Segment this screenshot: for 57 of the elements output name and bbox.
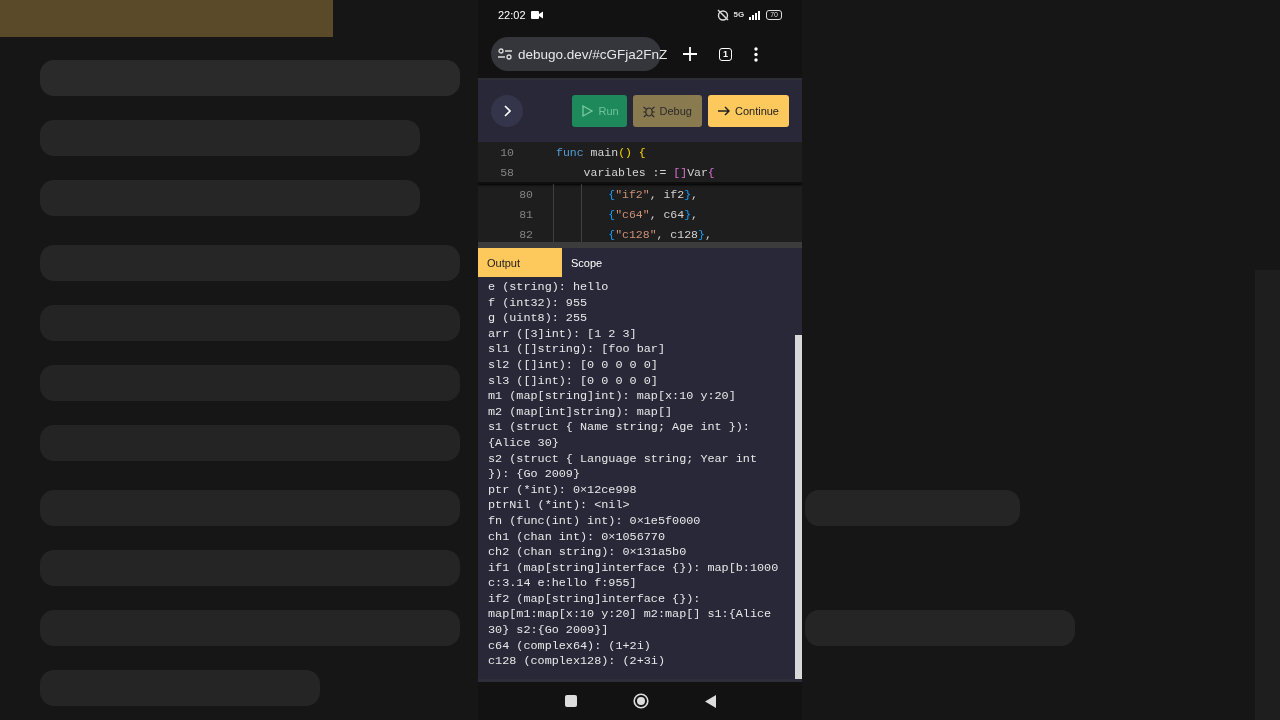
play-icon xyxy=(581,104,594,118)
code-line: {"c128", c128}, xyxy=(607,227,712,241)
output-line: s1 (struct { Name string; Age int }): xyxy=(488,420,751,436)
code-line: func main() { xyxy=(556,145,646,159)
output-line: ptrNil (*int): <nil> xyxy=(488,498,631,514)
code-line: {"if2", if2}, xyxy=(607,187,698,201)
output-line: sl2 ([]int): [0 0 0 0 0] xyxy=(488,357,659,374)
video-camera-icon xyxy=(530,11,543,19)
output-line: if1 (map[string]interface {}): map[b:1000 xyxy=(488,560,780,577)
output-line: f (int32): 955 xyxy=(488,295,589,312)
output-line: c:3.14 e:hello f:955] xyxy=(488,576,638,592)
output-line: sl3 ([]int): [0 0 0 0 0] xyxy=(488,373,659,390)
clock-time: 22:02 xyxy=(498,9,526,21)
output-line: c128 (complex128): (2+3i) xyxy=(488,654,666,670)
menu-icon[interactable] xyxy=(754,46,758,62)
output-line: c64 (complex64): (1+2i) xyxy=(488,638,652,655)
output-line: ptr (*int): 0×12ce998 xyxy=(488,482,638,499)
plus-icon[interactable] xyxy=(683,47,697,61)
alarm-off-icon xyxy=(716,9,729,21)
line-number: 58 xyxy=(499,165,514,179)
arrow-right-icon xyxy=(717,104,730,118)
site-settings-icon xyxy=(498,48,512,60)
code-line: variables := []Var{ xyxy=(582,165,715,179)
output-line: sl1 ([]string): [foo bar] xyxy=(488,342,666,358)
panel-tab[interactable]: Scope xyxy=(562,248,612,277)
output-line: arr ([3]int): [1 2 3] xyxy=(488,326,638,343)
tab-count-button[interactable]: 1 xyxy=(719,47,732,61)
url-text: debugo.dev/#cGFja2FnZ xyxy=(518,46,668,62)
output-line: }): {Go 2009} xyxy=(488,467,582,483)
scrollbar[interactable] xyxy=(795,335,802,679)
chevron-right-icon xyxy=(503,105,511,117)
line-number: 10 xyxy=(499,145,514,159)
output-line: ch1 (chan int): 0×1056770 xyxy=(488,529,666,546)
output-line: 30} s2:{Go 2009}] xyxy=(488,623,610,639)
panel-tab[interactable]: Output xyxy=(478,248,562,277)
continue-button[interactable]: Continue xyxy=(707,95,789,127)
line-number: 80 xyxy=(518,187,533,201)
network-type: 5G xyxy=(733,11,745,19)
output-line: g (uint8): 255 xyxy=(488,311,589,327)
signal-icon xyxy=(749,10,762,20)
output-line: {Alice 30} xyxy=(488,435,560,452)
output-line: fn (func(int) int): 0×1e5f0000 xyxy=(488,513,702,530)
bug-icon xyxy=(642,104,655,118)
home-icon[interactable] xyxy=(632,693,649,709)
expand-button[interactable] xyxy=(491,95,523,127)
output-line: if2 (map[string]interface {}): xyxy=(488,591,702,608)
output-line: s2 (struct { Language string; Year int xyxy=(488,451,758,468)
code-line: {"c64", c64}, xyxy=(607,207,698,221)
output-line: e (string): hello xyxy=(488,280,610,296)
back-icon[interactable] xyxy=(704,694,716,708)
output-line: m1 (map[string]int): map[x:10 y:20] xyxy=(488,389,737,405)
line-number: 81 xyxy=(518,207,533,221)
recents-icon[interactable] xyxy=(564,695,577,707)
output-line: ch2 (chan string): 0×131a5b0 xyxy=(488,545,688,561)
output-line: m2 (map[int]string): map[] xyxy=(488,404,674,421)
line-number: 82 xyxy=(518,227,533,241)
output-line: map[m1:map[x:10 y:20] m2:map[] s1:{Alice xyxy=(488,607,773,624)
